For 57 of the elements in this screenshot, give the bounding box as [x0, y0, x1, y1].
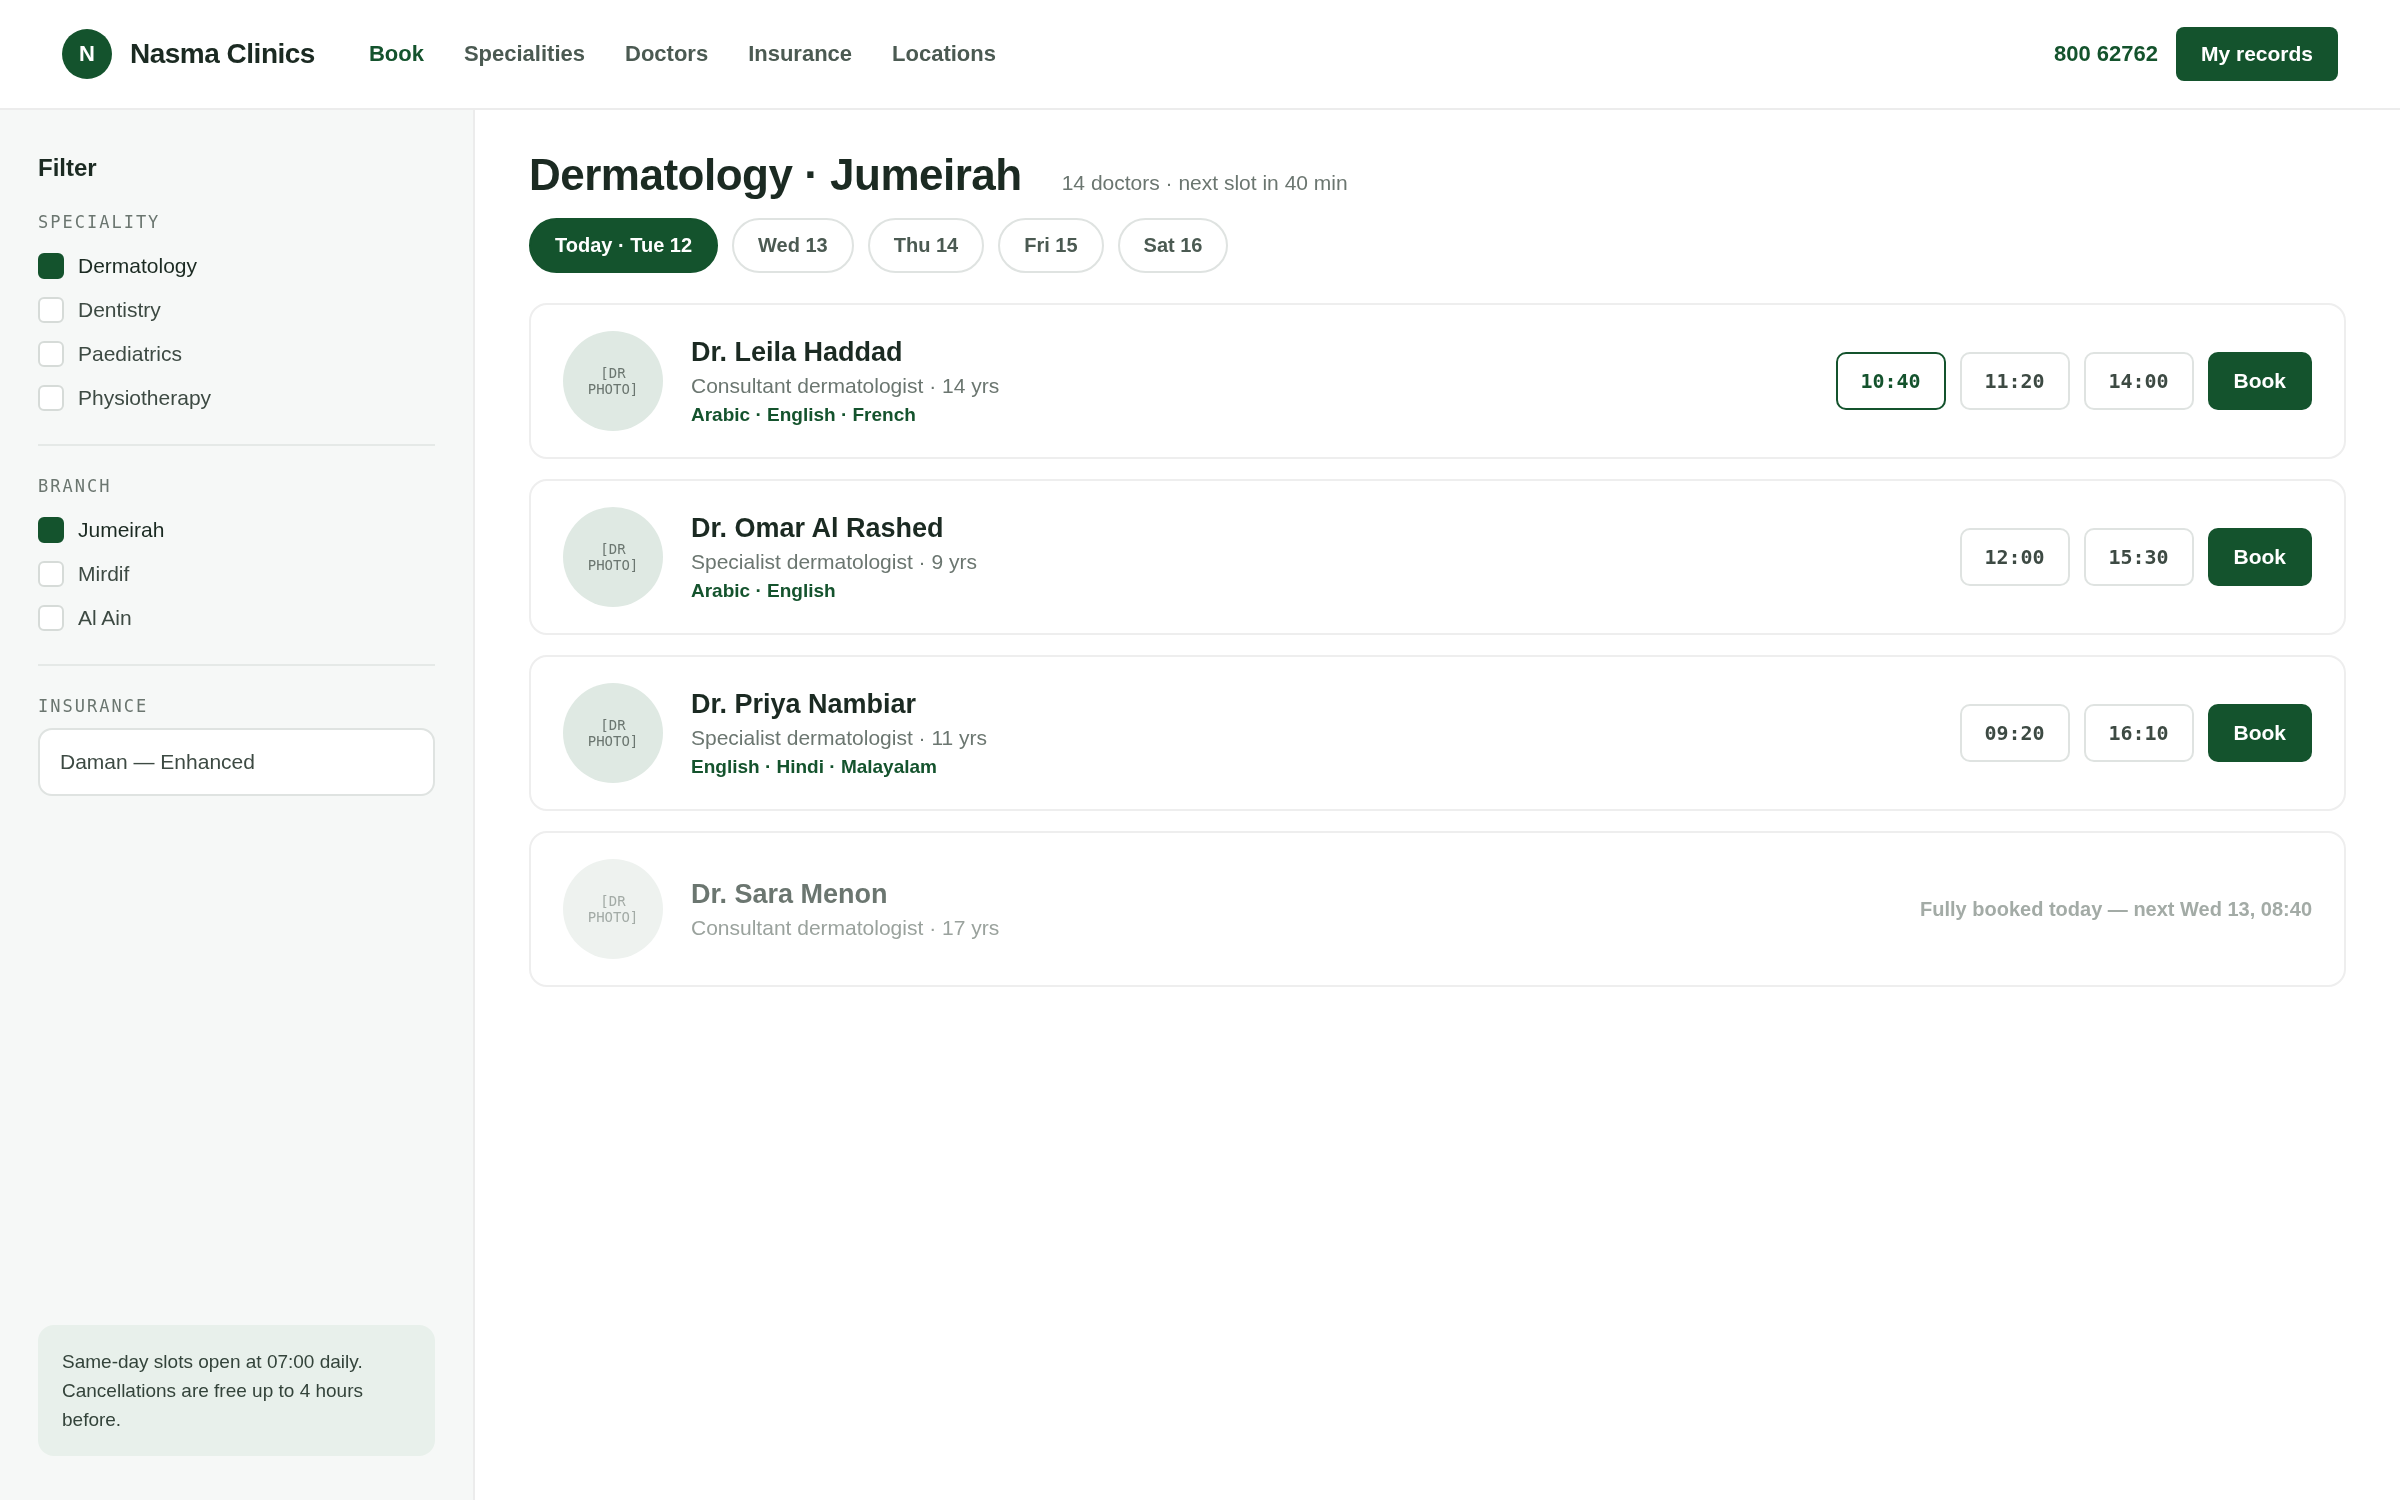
doctor-name: Dr. Priya Nambiar [691, 688, 918, 720]
time-slot[interactable]: 15:30 [2083, 528, 2194, 586]
records-button[interactable]: My records [2175, 27, 2338, 81]
photo-placeholder-label: [DR PHOTO] [586, 365, 640, 397]
time-slot[interactable]: 11:20 [1959, 352, 2070, 410]
checkbox-label[interactable]: Dentistry [78, 298, 161, 322]
checkbox-label[interactable]: Mirdif [78, 562, 130, 586]
time-slot[interactable]: 12:00 [1959, 528, 2070, 586]
checkbox[interactable] [38, 517, 64, 543]
checkbox-label[interactable]: Jumeirah [78, 518, 165, 542]
date-chip[interactable]: Fri 15 [998, 218, 1104, 273]
doctor-name: Dr. Leila Haddad [691, 336, 904, 368]
phone-number[interactable]: 800 62762 [2053, 41, 2158, 67]
date-chip[interactable]: Wed 13 [732, 218, 854, 273]
photo-placeholder-label: [DR PHOTO] [586, 717, 640, 749]
date-chip[interactable]: Sat 16 [1117, 218, 1229, 273]
doctor-role: Specialist dermatologist · 11 yrs [691, 725, 988, 750]
book-button[interactable]: Book [2207, 528, 2312, 586]
nav-link[interactable]: Book [368, 41, 424, 67]
checkbox-label[interactable]: Dermatology [78, 254, 198, 278]
photo-placeholder-label: [DR PHOTO] [586, 893, 640, 925]
summary-text: 14 doctors · next slot in 40 min [1061, 171, 1348, 195]
doctor-role: Specialist dermatologist · 9 yrs [691, 549, 977, 574]
availability-status: Fully booked today — next Wed 13, 08:40 [1920, 897, 2312, 921]
book-button[interactable]: Book [2207, 704, 2312, 762]
doctor-name: Dr. Omar Al Rashed [691, 512, 945, 544]
filter-heading: SPECIALITY [38, 212, 162, 232]
time-slot[interactable]: 16:10 [2083, 704, 2194, 762]
page-title: Dermatology · Jumeirah [529, 150, 1022, 200]
checkbox-label[interactable]: Al Ain [78, 606, 132, 630]
checkbox-label[interactable]: Physiotherapy [78, 386, 212, 410]
checkbox-label[interactable]: Paediatrics [78, 342, 182, 366]
doctor-languages: Arabic · English · French [691, 403, 917, 426]
checkbox[interactable] [38, 253, 64, 279]
logo: N [62, 29, 112, 79]
filter-heading: BRANCH [38, 476, 113, 496]
filter-title: Filter [38, 154, 98, 182]
time-slot[interactable]: 10:40 [1835, 352, 1946, 410]
nav-link[interactable]: Doctors [625, 41, 709, 67]
brand-name: Nasma Clinics [130, 38, 315, 70]
doctor-languages: Arabic · English [691, 579, 837, 602]
time-slot[interactable]: 09:20 [1959, 704, 2070, 762]
doctor-languages: English · Hindi · Malayalam [691, 755, 938, 778]
doctor-role: Consultant dermatologist · 17 yrs [691, 915, 1000, 940]
photo-placeholder-label: [DR PHOTO] [586, 541, 640, 573]
doctor-name: Dr. Sara Menon [691, 878, 889, 910]
info-note: Same-day slots open at 07:00 daily. Cancellations are free up to 4 hours before. [38, 1325, 435, 1456]
doctor-role: Consultant dermatologist · 14 yrs [691, 373, 1000, 398]
nav-link[interactable]: Insurance [748, 41, 853, 67]
date-chip[interactable]: Thu 14 [867, 218, 985, 273]
nav-link[interactable]: Locations [892, 41, 996, 67]
book-button[interactable]: Book [2207, 352, 2312, 410]
date-chip[interactable]: Today · Tue 12 [529, 218, 719, 273]
nav-link[interactable]: Specialities [463, 41, 585, 67]
time-slot[interactable]: 14:00 [2083, 352, 2194, 410]
insurance-field[interactable]: Daman — Enhanced [38, 728, 435, 796]
filter-heading: INSURANCE [38, 696, 150, 716]
